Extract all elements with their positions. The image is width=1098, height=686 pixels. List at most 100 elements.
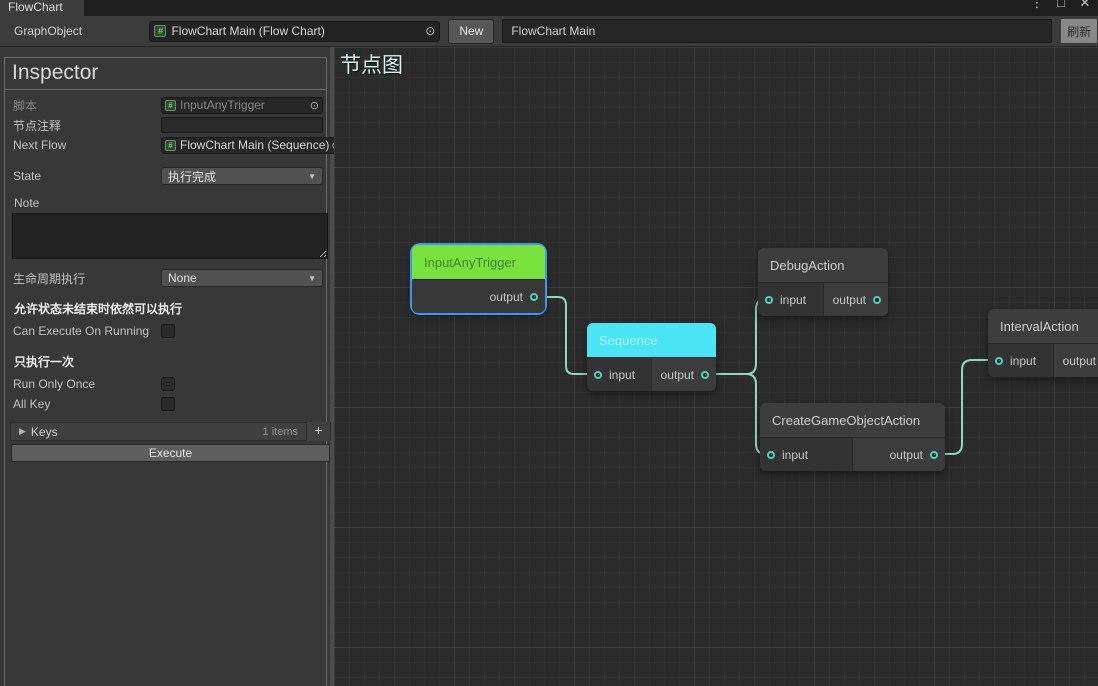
- script-icon: #: [165, 99, 176, 111]
- script-row: 脚本 # InputAnyTrigger ⊙: [13, 95, 323, 115]
- node-title: CreateGameObjectAction: [772, 412, 921, 428]
- port-label: input: [780, 292, 807, 307]
- run-once-checkbox[interactable]: [161, 377, 175, 391]
- lifecycle-row: 生命周期执行 None ▼: [13, 268, 323, 288]
- input-port-cell: input: [758, 283, 824, 316]
- lifecycle-value: None: [168, 271, 197, 285]
- output-port-cell: output: [853, 438, 945, 471]
- keys-foldout[interactable]: ▶ Keys 1 items +: [10, 422, 331, 441]
- port-label: input: [609, 367, 636, 382]
- next-flow-value: FlowChart Main (Sequence): [180, 138, 330, 152]
- output-port-cell: output: [1053, 344, 1098, 377]
- node-title: IntervalAction: [1000, 318, 1079, 334]
- output-port-cell: output: [652, 358, 716, 391]
- port-label: output: [489, 289, 523, 304]
- output-port[interactable]: [530, 292, 538, 301]
- run-once-header: 只执行一次: [14, 355, 75, 369]
- node-input-any-trigger[interactable]: InputAnyTrigger output: [412, 245, 545, 313]
- node-create-game-object-action[interactable]: CreateGameObjectAction input output: [760, 403, 945, 471]
- keys-label: Keys: [30, 424, 58, 439]
- close-icon[interactable]: ✕: [1078, 0, 1092, 11]
- comment-row: 节点注释: [13, 115, 323, 135]
- script-label: 脚本: [13, 98, 38, 113]
- note-label: Note: [14, 196, 40, 210]
- scriptable-object-icon: #: [154, 25, 167, 37]
- window-controls: ⋮ □ ✕: [1030, 0, 1092, 11]
- node-title: DebugAction: [770, 257, 845, 273]
- node-header: Sequence: [587, 323, 716, 358]
- all-key-row: All Key: [13, 394, 323, 414]
- output-port[interactable]: [930, 450, 938, 459]
- state-dropdown[interactable]: 执行完成 ▼: [161, 167, 323, 185]
- edge-layer: [531, 296, 1002, 455]
- input-port-cell: input: [988, 344, 1054, 377]
- input-port[interactable]: [765, 295, 773, 304]
- tab-flowchart-label: FlowChart: [8, 0, 63, 14]
- refresh-button[interactable]: 刷新: [1060, 18, 1098, 44]
- input-port-cell: input: [760, 438, 853, 471]
- new-button[interactable]: New: [448, 18, 495, 44]
- can-execute-label: Can Execute On Running: [13, 324, 150, 338]
- can-execute-checkbox[interactable]: [161, 324, 175, 338]
- script-picker-icon: ⊙: [309, 99, 319, 112]
- add-key-button[interactable]: +: [306, 422, 330, 441]
- keys-count: 1 items: [262, 425, 298, 438]
- node-interval-action[interactable]: IntervalAction input output: [988, 309, 1098, 377]
- maximize-icon[interactable]: □: [1054, 0, 1068, 11]
- window-menu-icon[interactable]: ⋮: [1030, 0, 1044, 11]
- node-sequence[interactable]: Sequence input output: [587, 323, 716, 391]
- output-port-cell: output: [412, 280, 545, 313]
- execute-button[interactable]: Execute: [11, 444, 330, 462]
- flowchart-asset-icon: #: [165, 139, 176, 151]
- toolbar: GraphObject # FlowChart Main (Flow Chart…: [0, 16, 1098, 47]
- comment-input[interactable]: [161, 117, 323, 133]
- graph-name-input[interactable]: [502, 19, 1053, 43]
- all-key-label: All Key: [13, 397, 51, 411]
- next-flow-field[interactable]: # FlowChart Main (Sequence) ⊙: [161, 136, 345, 154]
- node-header: InputAnyTrigger: [412, 245, 545, 280]
- node-title: InputAnyTrigger: [424, 254, 517, 270]
- flowchart-window: FlowChart ⋮ □ ✕ GraphObject # FlowChart …: [0, 0, 1098, 686]
- graph-object-field[interactable]: # FlowChart Main (Flow Chart) ⊙: [149, 20, 441, 42]
- inspector-box: Inspector 脚本 # InputAnyTrigger ⊙ 节点注释 Ne…: [4, 57, 345, 686]
- node-title: Sequence: [599, 332, 658, 348]
- chevron-down-icon: ▼: [308, 273, 316, 283]
- run-once-row: Run Only Once: [13, 374, 323, 394]
- input-port[interactable]: [767, 450, 775, 459]
- next-flow-row: Next Flow # FlowChart Main (Sequence) ⊙: [13, 135, 345, 155]
- port-label: output: [832, 292, 866, 307]
- comment-label: 节点注释: [13, 118, 62, 133]
- port-label: input: [1010, 353, 1037, 368]
- script-value: InputAnyTrigger: [180, 98, 265, 112]
- run-once-label: Run Only Once: [13, 377, 96, 391]
- output-port[interactable]: [873, 295, 881, 304]
- input-port[interactable]: [594, 370, 602, 379]
- script-field: # InputAnyTrigger ⊙: [161, 96, 323, 114]
- input-port[interactable]: [995, 356, 1003, 365]
- inspector-panel: Inspector 脚本 # InputAnyTrigger ⊙ 节点注释 Ne…: [0, 47, 345, 686]
- object-picker-icon[interactable]: ⊙: [425, 24, 435, 38]
- state-label: State: [13, 169, 42, 183]
- state-value: 执行完成: [168, 169, 217, 184]
- port-label: output: [660, 367, 694, 382]
- port-label: input: [782, 447, 809, 462]
- tab-flowchart[interactable]: FlowChart: [0, 0, 84, 16]
- node-graph-canvas[interactable]: 节点图 InputAnyTrigger output Sequence inpu…: [334, 47, 1098, 686]
- note-textarea[interactable]: [12, 213, 328, 259]
- can-execute-row: Can Execute On Running: [13, 321, 323, 341]
- graph-title: 节点图: [340, 54, 403, 77]
- inspector-title: Inspector: [5, 58, 326, 90]
- node-header: IntervalAction: [988, 309, 1098, 344]
- graph-object-value: FlowChart Main (Flow Chart): [171, 24, 325, 38]
- input-port-cell: input: [587, 358, 652, 391]
- lifecycle-label: 生命周期执行: [13, 271, 86, 286]
- output-port[interactable]: [701, 370, 709, 379]
- output-port-cell: output: [823, 283, 888, 316]
- next-flow-label: Next Flow: [13, 138, 67, 152]
- all-key-checkbox[interactable]: [161, 397, 175, 411]
- node-debug-action[interactable]: DebugAction input output: [758, 248, 888, 316]
- lifecycle-dropdown[interactable]: None ▼: [161, 269, 323, 287]
- node-header: CreateGameObjectAction: [760, 403, 945, 438]
- port-label: output: [889, 447, 923, 462]
- state-row: State 执行完成 ▼: [13, 166, 323, 186]
